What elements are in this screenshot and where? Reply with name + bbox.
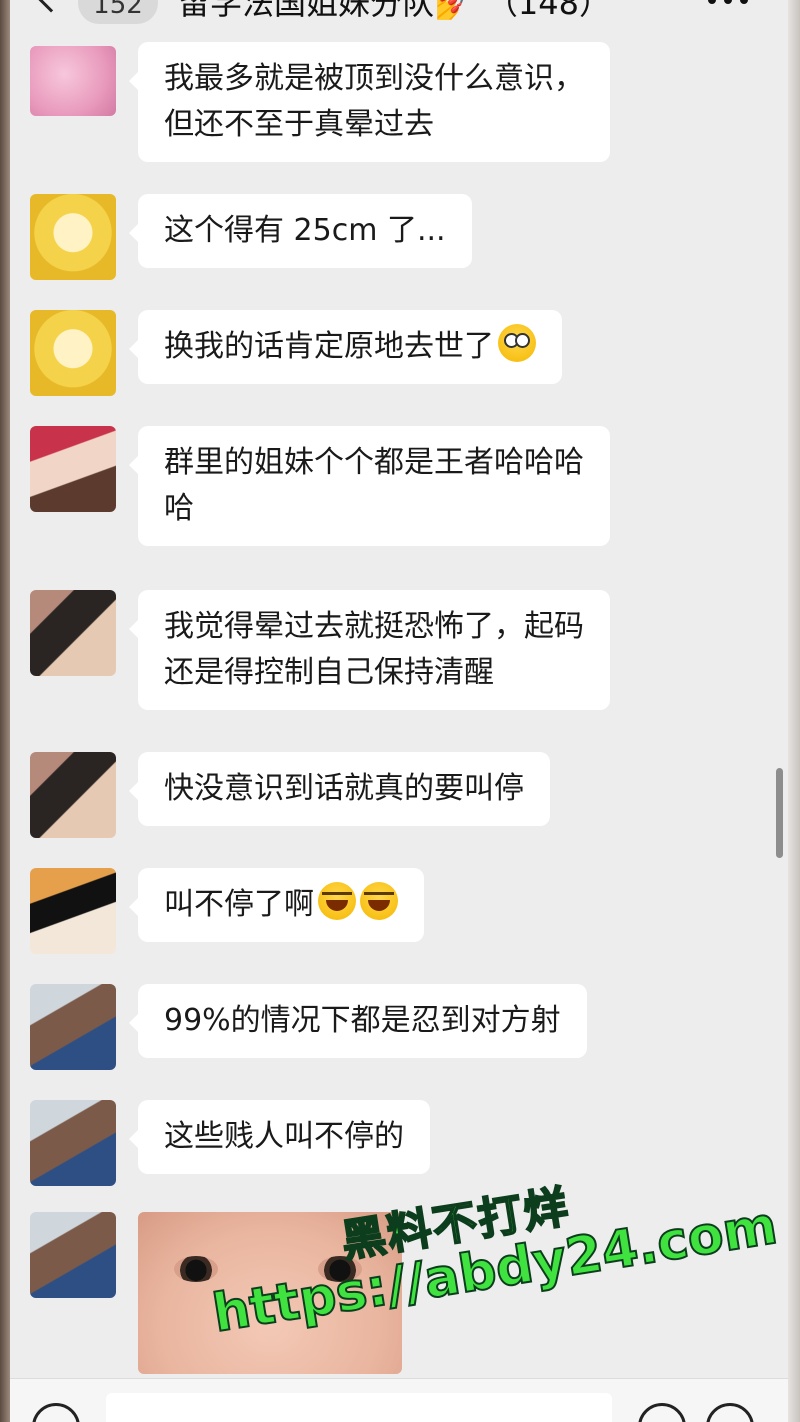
blonde-girl-avatar[interactable]	[30, 194, 116, 280]
message-text: 我最多就是被顶到没什么意识，	[164, 61, 584, 96]
plus-icon[interactable]	[706, 1403, 754, 1422]
chat-header: 152 留学法国姐妹分队💅 （148）	[10, 0, 788, 36]
message-bubble[interactable]: 换我的话肯定原地去世了	[129, 310, 562, 384]
back-arrow-icon[interactable]	[35, 0, 67, 13]
shocked-face-emoji	[498, 324, 536, 362]
message-text: 叫不停了啊	[164, 882, 398, 928]
message-bubble[interactable]: 这个得有 25cm 了...	[129, 194, 472, 268]
message-text: 哈	[164, 491, 194, 526]
voice-input-icon[interactable]	[32, 1403, 80, 1422]
message-text: 我觉得晕过去就挺恐怖了，起码	[164, 609, 584, 644]
more-options-icon[interactable]	[708, 0, 748, 6]
message-bubble[interactable]: 这些贱人叫不停的	[129, 1100, 430, 1174]
unread-count-badge[interactable]: 152	[78, 0, 158, 24]
message-text: 群里的姐妹个个都是王者哈哈哈	[164, 445, 584, 480]
message-bubble[interactable]: 快没意识到话就真的要叫停	[129, 752, 550, 826]
message-text: 但还不至于真晕过去	[164, 107, 434, 142]
frame-right-edge	[788, 0, 800, 1422]
laughing-crying-emoji	[360, 882, 398, 920]
message-text: 还是得控制自己保持清醒	[164, 655, 494, 690]
car-selfie-avatar[interactable]	[30, 984, 116, 1070]
girl-with-dog-avatar[interactable]	[30, 868, 116, 954]
blonde-girl-avatar[interactable]	[30, 310, 116, 396]
message-text: 99%的情况下都是忍到对方射	[164, 1003, 561, 1038]
message-bubble[interactable]: 我觉得晕过去就挺恐怖了，起码 还是得控制自己保持清醒	[129, 590, 610, 710]
message-input[interactable]	[106, 1393, 612, 1422]
red-hat-girl-avatar[interactable]	[30, 426, 116, 512]
chat-scrollbar[interactable]	[776, 768, 783, 858]
message-text: 这些贱人叫不停的	[164, 1119, 404, 1154]
message-bubble[interactable]: 99%的情况下都是忍到对方射	[129, 984, 587, 1058]
message-bubble[interactable]: 叫不停了啊	[129, 868, 424, 942]
message-text: 换我的话肯定原地去世了	[164, 324, 536, 370]
room-girl-avatar[interactable]	[30, 590, 116, 676]
input-bar	[10, 1378, 788, 1422]
group-name: 留学法国姐妹分队💅	[178, 0, 474, 22]
message-bubble[interactable]: 群里的姐妹个个都是王者哈哈哈 哈	[129, 426, 610, 546]
frame-left-edge	[0, 0, 10, 1422]
group-title: 留学法国姐妹分队💅 （148）	[178, 0, 611, 24]
message-text: 这个得有 25cm 了...	[164, 213, 446, 248]
laughing-crying-emoji	[318, 882, 356, 920]
message-bubble[interactable]: 我最多就是被顶到没什么意识， 但还不至于真晕过去	[129, 42, 610, 162]
emoji-picker-icon[interactable]	[638, 1403, 686, 1422]
pink-cat-avatar[interactable]	[30, 46, 116, 116]
room-girl-avatar[interactable]	[30, 752, 116, 838]
car-selfie-avatar[interactable]	[30, 1100, 116, 1186]
message-text: 快没意识到话就真的要叫停	[164, 771, 524, 806]
eye-shape	[174, 1256, 218, 1282]
member-count: （148）	[485, 0, 611, 22]
car-selfie-avatar[interactable]	[30, 1212, 116, 1298]
